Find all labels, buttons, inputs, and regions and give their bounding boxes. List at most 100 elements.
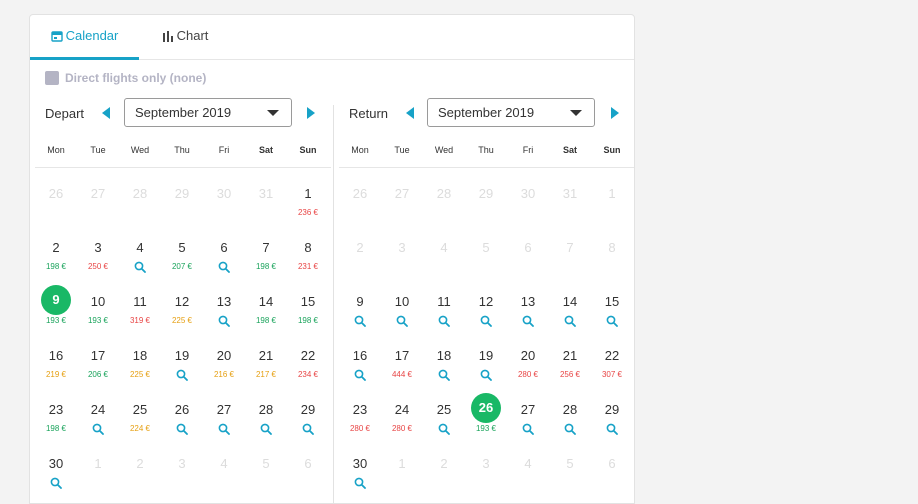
search-icon[interactable] [354, 369, 366, 381]
weekday-label: Sun [299, 145, 317, 155]
search-icon[interactable] [218, 315, 230, 327]
calendar-day[interactable]: 18 225 € [119, 332, 161, 386]
depart-month-select[interactable]: September 2019 [124, 98, 292, 127]
calendar-day[interactable]: 11 [423, 278, 465, 332]
direct-flights-filter[interactable]: Direct flights only (none) [45, 71, 206, 85]
day-number: 27 [520, 402, 536, 417]
search-icon[interactable] [480, 369, 492, 381]
weekday-label: Fri [218, 145, 230, 155]
day-number: 28 [562, 402, 578, 417]
depart-next-month-arrow-icon[interactable] [307, 107, 315, 119]
calendar-day[interactable]: 19 [161, 332, 203, 386]
calendar-day[interactable]: 18 [423, 332, 465, 386]
return-next-month-arrow-icon[interactable] [611, 107, 619, 119]
calendar-day[interactable]: 29 [287, 386, 329, 440]
search-icon[interactable] [438, 369, 450, 381]
calendar-day[interactable]: 25 224 € [119, 386, 161, 440]
return-prev-month-arrow-icon[interactable] [406, 107, 414, 119]
search-icon[interactable] [176, 369, 188, 381]
calendar-day[interactable]: 28 [245, 386, 287, 440]
search-icon[interactable] [564, 315, 576, 327]
calendar-day[interactable]: 26 193 € [465, 386, 507, 440]
calendar-day[interactable]: 12 [465, 278, 507, 332]
calendar-day[interactable]: 25 [423, 386, 465, 440]
calendar-day[interactable]: 9 193 € [35, 278, 77, 332]
calendar-day[interactable]: 14 [549, 278, 591, 332]
calendar-day[interactable]: 15 [591, 278, 633, 332]
search-icon[interactable] [218, 261, 230, 273]
search-icon[interactable] [134, 261, 146, 273]
search-icon[interactable] [50, 477, 62, 489]
calendar-day[interactable]: 29 [591, 386, 633, 440]
calendar-day[interactable]: 6 [203, 224, 245, 278]
calendar-day[interactable]: 4 [119, 224, 161, 278]
calendar-day[interactable]: 11 319 € [119, 278, 161, 332]
search-icon[interactable] [522, 315, 534, 327]
return-month-select[interactable]: September 2019 [427, 98, 595, 127]
calendar-day: 6 [287, 440, 329, 494]
calendar-day[interactable]: 17 444 € [381, 332, 423, 386]
calendar-day[interactable]: 10 193 € [77, 278, 119, 332]
search-icon[interactable] [354, 315, 366, 327]
search-icon[interactable] [354, 477, 366, 489]
calendar-day[interactable]: 2 198 € [35, 224, 77, 278]
direct-flights-checkbox[interactable] [45, 71, 59, 85]
calendar-day[interactable]: 16 [339, 332, 381, 386]
calendar-day[interactable]: 23 198 € [35, 386, 77, 440]
calendar-day[interactable]: 1 236 € [287, 170, 329, 224]
calendar-day[interactable]: 8 231 € [287, 224, 329, 278]
day-number: 25 [436, 402, 452, 417]
search-icon[interactable] [480, 315, 492, 327]
search-icon[interactable] [260, 423, 272, 435]
calendar-day[interactable]: 3 250 € [77, 224, 119, 278]
calendar-day[interactable]: 10 [381, 278, 423, 332]
calendar-day[interactable]: 13 [507, 278, 549, 332]
search-icon[interactable] [176, 423, 188, 435]
calendar-day[interactable]: 27 [203, 386, 245, 440]
search-icon[interactable] [92, 423, 104, 435]
return-weekdays: Mon Tue Wed Thu Fri Sat Sun [339, 145, 634, 168]
calendar-day[interactable]: 12 225 € [161, 278, 203, 332]
calendar-day[interactable]: 26 [161, 386, 203, 440]
search-icon[interactable] [218, 423, 230, 435]
search-icon[interactable] [606, 315, 618, 327]
calendar-day[interactable]: 13 [203, 278, 245, 332]
day-price: 307 € [601, 370, 623, 379]
depart-prev-month-arrow-icon[interactable] [102, 107, 110, 119]
search-icon[interactable] [438, 315, 450, 327]
calendar-day[interactable]: 19 [465, 332, 507, 386]
calendar-day[interactable]: 28 [549, 386, 591, 440]
search-icon[interactable] [606, 423, 618, 435]
weekday-label: Sat [258, 145, 273, 155]
search-icon[interactable] [438, 423, 450, 435]
calendar-day[interactable]: 30 [339, 440, 381, 494]
calendar-day[interactable]: 24 280 € [381, 386, 423, 440]
calendar-day[interactable]: 20 216 € [203, 332, 245, 386]
calendar-day[interactable]: 30 [35, 440, 77, 494]
pane-divider [333, 105, 334, 503]
calendar-day[interactable]: 5 207 € [161, 224, 203, 278]
calendar-day[interactable]: 9 [339, 278, 381, 332]
calendar-day: 3 [381, 224, 423, 278]
day-number: 13 [216, 294, 232, 309]
calendar-day[interactable]: 21 256 € [549, 332, 591, 386]
calendar-day[interactable]: 22 234 € [287, 332, 329, 386]
calendar-day[interactable]: 22 307 € [591, 332, 633, 386]
calendar-day: 28 [119, 170, 161, 224]
calendar-day[interactable]: 7 198 € [245, 224, 287, 278]
calendar-day[interactable]: 15 198 € [287, 278, 329, 332]
search-icon[interactable] [302, 423, 314, 435]
calendar-day[interactable]: 21 217 € [245, 332, 287, 386]
calendar-day[interactable]: 14 198 € [245, 278, 287, 332]
search-icon[interactable] [396, 315, 408, 327]
tab-calendar[interactable]: Calendar [30, 15, 139, 60]
search-icon[interactable] [564, 423, 576, 435]
calendar-day[interactable]: 16 219 € [35, 332, 77, 386]
search-icon[interactable] [522, 423, 534, 435]
calendar-day[interactable]: 20 280 € [507, 332, 549, 386]
calendar-day[interactable]: 23 280 € [339, 386, 381, 440]
tab-chart[interactable]: Chart [150, 15, 220, 57]
calendar-day[interactable]: 27 [507, 386, 549, 440]
calendar-day[interactable]: 24 [77, 386, 119, 440]
calendar-day[interactable]: 17 206 € [77, 332, 119, 386]
